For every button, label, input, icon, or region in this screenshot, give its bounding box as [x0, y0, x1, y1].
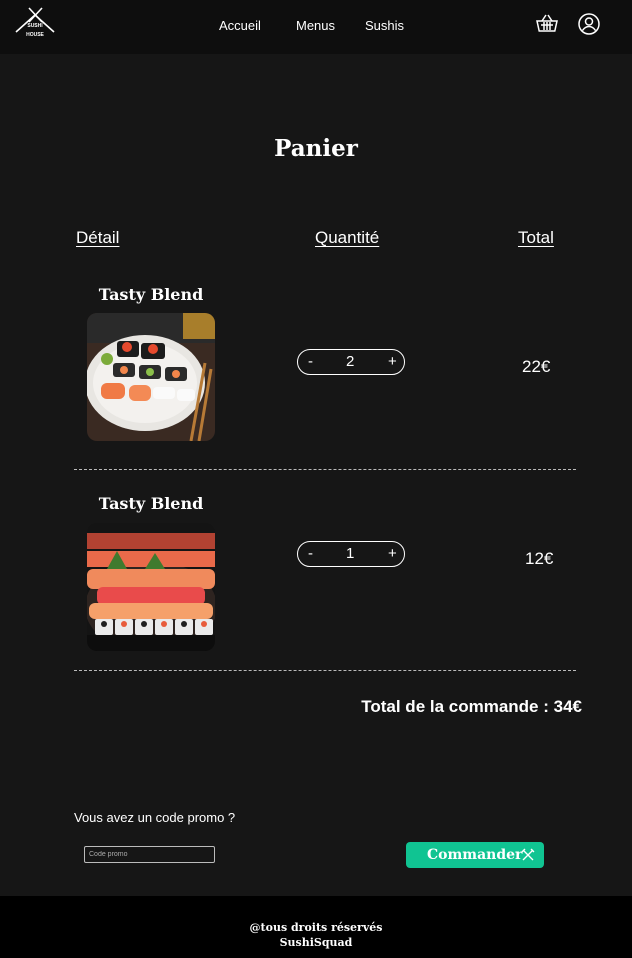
divider [74, 469, 576, 470]
item-image [87, 523, 215, 651]
line-total: 22€ [522, 357, 551, 376]
item-name: Tasty Blend [98, 285, 204, 304]
decrement-button[interactable]: - [308, 545, 313, 562]
nav-item-menus[interactable]: Menus [296, 18, 335, 33]
increment-button[interactable]: + [388, 545, 397, 562]
item-image [87, 313, 215, 441]
quantity-stepper: - 2 + [297, 349, 405, 375]
order-button[interactable]: Commander [406, 842, 544, 868]
header: SUSHI HOUSE Accueil Menus Sushis [0, 0, 632, 54]
column-header-total: Total [518, 228, 554, 247]
increment-button[interactable]: + [388, 353, 397, 370]
logo[interactable]: SUSHI HOUSE [14, 6, 56, 42]
decrement-button[interactable]: - [308, 353, 313, 370]
promo-label: Vous avez un code promo ? [74, 810, 236, 825]
page-title: Panier [274, 135, 358, 162]
quantity-value: 2 [346, 353, 355, 370]
quantity-value: 1 [346, 545, 355, 562]
divider [74, 670, 576, 671]
item-name: Tasty Blend [98, 494, 204, 513]
chopsticks-icon [521, 848, 535, 862]
promo-code-input[interactable] [84, 846, 215, 863]
logo-text-line1: SUSHI [27, 23, 43, 29]
nav-item-accueil[interactable]: Accueil [219, 18, 261, 33]
column-header-quantity: Quantité [315, 228, 380, 247]
footer-copyright: @tous droits réservés [249, 921, 383, 934]
nav-item-sushis[interactable]: Sushis [365, 18, 404, 33]
user-circle-icon[interactable] [577, 12, 601, 36]
quantity-stepper: - 1 + [297, 541, 405, 567]
line-total: 12€ [525, 549, 554, 568]
footer: @tous droits réservés SushiSquad [0, 896, 632, 958]
column-header-detail: Détail [76, 228, 120, 247]
order-button-label: Commander [427, 847, 523, 863]
footer-brand: SushiSquad [279, 936, 353, 949]
shopping-basket-icon[interactable] [535, 12, 559, 36]
order-total: Total de la commande : 34€ [361, 697, 582, 716]
logo-text-line2: HOUSE [26, 32, 44, 38]
